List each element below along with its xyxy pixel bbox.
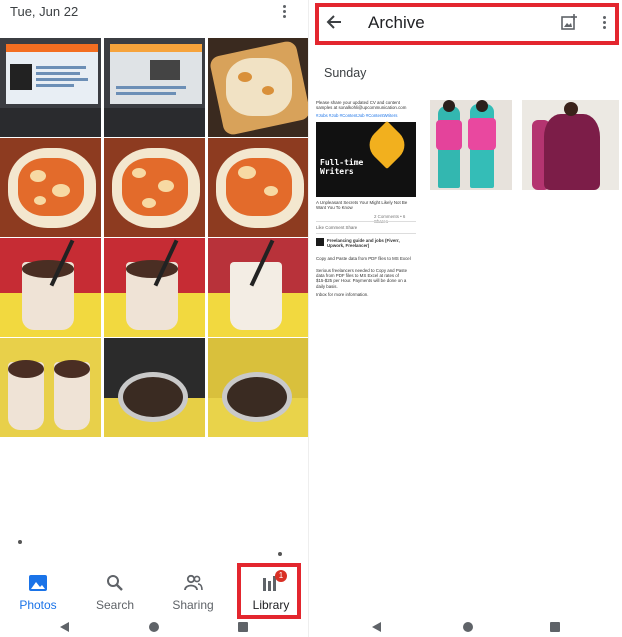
photo-thumbnail[interactable] xyxy=(0,338,101,437)
photo-thumbnail[interactable] xyxy=(104,138,205,237)
nav-search[interactable]: Search xyxy=(77,569,153,615)
system-home-icon[interactable] xyxy=(149,622,159,632)
photo-thumbnail[interactable] xyxy=(208,238,308,337)
photo-thumbnail[interactable] xyxy=(104,38,205,137)
poster-text: Full-time Writers xyxy=(320,158,364,176)
photo-thumbnail[interactable] xyxy=(208,338,308,437)
nav-sharing[interactable]: Sharing xyxy=(155,569,231,615)
system-home-icon[interactable] xyxy=(463,622,473,632)
photo-thumbnail[interactable] xyxy=(208,38,308,137)
photo-thumbnail[interactable] xyxy=(104,338,205,437)
doc-actions: Like Comment Share xyxy=(316,225,358,230)
nav-search-label: Search xyxy=(95,598,135,612)
nav-photos-label: Photos xyxy=(19,598,57,612)
writers-poster-image: Full-time Writers xyxy=(316,120,416,197)
date-heading: Tue, Jun 22 xyxy=(10,4,79,19)
people-icon xyxy=(184,574,203,591)
photo-thumbnail[interactable] xyxy=(208,138,308,237)
doc-caption: A Unpleasant Secrets Your Might Likely N… xyxy=(316,200,408,211)
dot-mark xyxy=(278,552,282,556)
photo-grid xyxy=(0,38,308,442)
doc-post-body: Serious freelancers needed to Copy and P… xyxy=(316,268,408,289)
maroon-gown-photo[interactable] xyxy=(522,100,619,190)
photos-screen: Tue, Jun 22 Photos Search Sharing 1 Libr… xyxy=(0,0,309,637)
women-suits-photo[interactable] xyxy=(430,100,512,190)
screenshot-thumbnail[interactable]: Please share your updated CV and content… xyxy=(314,98,418,320)
doc-group-name: Freelancing guide and jobs (Fiverr, Upwo… xyxy=(327,238,400,249)
photos-header: Tue, Jun 22 xyxy=(0,0,308,32)
system-navigation-bar xyxy=(0,617,308,637)
doc-stats: 2 Comments • 6 Shares xyxy=(374,214,406,224)
dot-mark xyxy=(18,540,22,544)
section-date-label: Sunday xyxy=(324,66,367,80)
photo-thumbnail[interactable] xyxy=(0,138,101,237)
photo-thumbnail[interactable] xyxy=(0,238,101,337)
system-recents-icon[interactable] xyxy=(550,622,560,632)
doc-post-title: Copy and Paste data from PDF files to MS… xyxy=(316,256,411,261)
separator xyxy=(316,221,416,222)
doc-cta: Inbox for more information. xyxy=(316,292,369,297)
search-icon xyxy=(107,575,123,591)
avatar xyxy=(316,238,324,246)
doc-intro-text: Please share your updated CV and content… xyxy=(316,100,407,111)
library-highlight-box xyxy=(237,563,301,619)
photo-thumbnail[interactable] xyxy=(104,238,205,337)
photo-icon xyxy=(29,575,47,591)
system-navigation-bar xyxy=(312,617,622,637)
nav-photos[interactable]: Photos xyxy=(0,569,76,615)
archive-header-highlight-box xyxy=(315,3,619,45)
more-vert-icon[interactable] xyxy=(282,5,286,21)
photo-thumbnail[interactable] xyxy=(0,38,101,137)
system-back-icon[interactable] xyxy=(60,622,69,632)
separator xyxy=(316,233,416,234)
archive-screen: Archive Sunday Please share your updated… xyxy=(312,0,622,637)
doc-tags-text: #Jobs #Job #ContentJob #ContentWriters xyxy=(316,113,398,118)
system-back-icon[interactable] xyxy=(372,622,381,632)
nav-sharing-label: Sharing xyxy=(172,598,214,612)
system-recents-icon[interactable] xyxy=(238,622,248,632)
